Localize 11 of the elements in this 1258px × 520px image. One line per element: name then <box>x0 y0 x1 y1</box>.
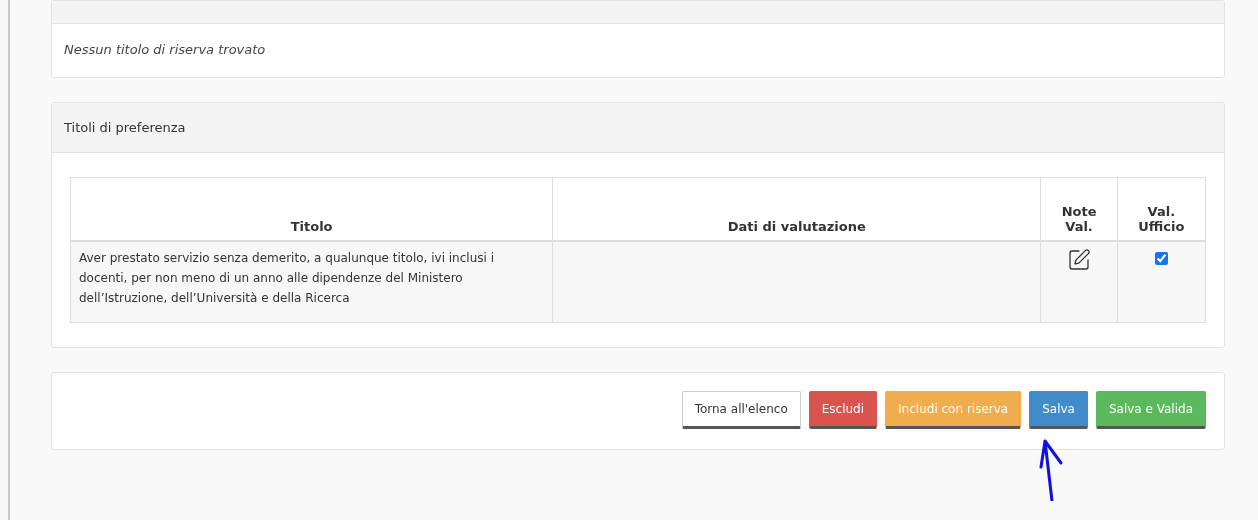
action-button[interactable]: Salva e Valida <box>1095 391 1206 429</box>
action-button[interactable]: Escludi <box>808 391 878 429</box>
arrow-drawing <box>1039 437 1065 501</box>
checkbox[interactable] <box>1154 252 1168 265</box>
edit-icon[interactable] <box>1067 248 1092 272</box>
empty-message: Nessun titolo di riserva trovato <box>63 41 267 59</box>
table-cell: Aver prestato servizio senza demerito, a qualunque titolo, ivi inclusi i docenti, per non meno di un anno alle dipendenze del Ministero dell’Istruzione, dell’Università e della Ricerca <box>70 241 553 323</box>
action-button[interactable]: Includi con riserva <box>885 391 1022 429</box>
action-button[interactable]: Torna all'elenco <box>681 391 801 429</box>
panel-title: Titoli di preferenza <box>64 120 186 135</box>
action-button[interactable]: Salva <box>1029 391 1088 429</box>
